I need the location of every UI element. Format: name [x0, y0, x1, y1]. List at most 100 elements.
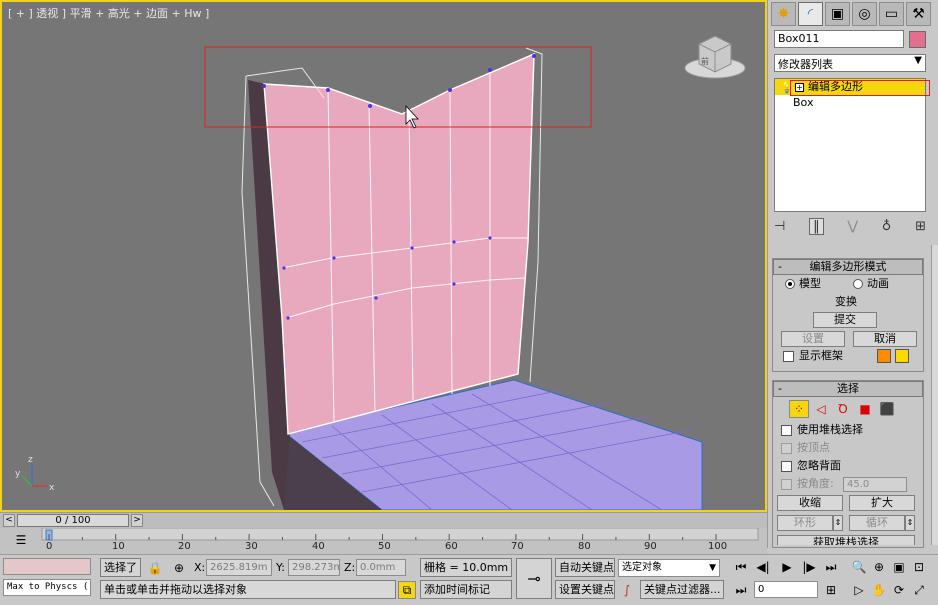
cancel-button[interactable]: 取消	[853, 331, 917, 347]
next-frame-icon[interactable]: |▶	[800, 558, 818, 576]
vertex-select-icon[interactable]: ⁘	[789, 400, 809, 418]
remove-modifier-icon[interactable]: ♁	[882, 219, 892, 234]
set-key-button[interactable]: 设置关键点	[555, 580, 615, 599]
z-label: Z:	[344, 561, 356, 574]
prev-frame-arrow-icon[interactable]: <	[3, 514, 15, 527]
shrink-button[interactable]: 收缩	[777, 495, 843, 511]
zoom-extents-all-icon[interactable]: ⊡	[910, 558, 928, 576]
tick-label: 50	[378, 541, 391, 552]
show-end-result-icon[interactable]: ‖	[809, 217, 824, 235]
cage-color-swatch[interactable]	[877, 349, 891, 363]
time-tag-icon[interactable]: ⧉	[398, 581, 416, 599]
stack-item-box[interactable]: Box	[775, 95, 925, 111]
modifier-stack: 💡 + 编辑多边形 Box	[774, 78, 926, 212]
by-angle-checkbox[interactable]	[781, 479, 792, 490]
time-configuration-icon[interactable]: ⊞	[822, 581, 840, 599]
go-to-start-icon[interactable]: ⏮	[732, 558, 750, 576]
backrest-front[interactable]	[263, 52, 535, 435]
modifier-list-dropdown[interactable]: 修改器列表 ▼	[774, 54, 926, 72]
display-icon[interactable]: ▭	[879, 2, 904, 26]
grow-button[interactable]: 扩大	[849, 495, 915, 511]
utilities-icon[interactable]: ⚒	[906, 2, 931, 26]
motion-icon[interactable]: ◎	[852, 2, 877, 26]
modifier-list-label: 修改器列表	[778, 58, 833, 71]
tick-label: 10	[112, 541, 125, 552]
orbit-icon[interactable]: ⟳	[890, 581, 908, 599]
transform-label: 变换	[835, 295, 857, 308]
next-frame-arrow-icon[interactable]: >	[131, 514, 143, 527]
lock-icon[interactable]: 🔒	[146, 559, 164, 577]
object-color-swatch[interactable]	[909, 31, 926, 48]
tick-label: 30	[245, 541, 258, 552]
zoom-icon[interactable]: 🔍	[850, 558, 868, 576]
maximize-viewport-icon[interactable]: ⤢	[910, 581, 928, 599]
border-select-icon[interactable]: Ꝺ	[833, 400, 853, 418]
command-panel: ✸ ◜ ▣ ◎ ▭ ⚒ Box011 修改器列表 ▼ 💡 + 编辑多边形 Box …	[767, 0, 938, 548]
polygon-select-icon[interactable]: ■	[855, 400, 875, 418]
cage-selected-color-swatch[interactable]	[895, 349, 909, 363]
maxscript-listener-pink[interactable]	[3, 558, 91, 575]
get-stack-selection-button[interactable]: 获取堆栈选择	[777, 535, 915, 545]
y-coordinate-field[interactable]: 298.273mm	[288, 559, 340, 576]
pin-stack-icon[interactable]: ⊣	[774, 219, 785, 234]
key-tangent-icon[interactable]: ∫	[618, 581, 636, 599]
zoom-extents-icon[interactable]: ▣	[890, 558, 908, 576]
set-key-mode-icon[interactable]: ⊸	[516, 558, 552, 599]
axis-tripod: z y x	[15, 455, 55, 493]
tick-label: 80	[578, 541, 591, 552]
maxscript-listener-field[interactable]: Max to Physcs (	[3, 579, 91, 596]
make-unique-icon[interactable]: ⋁	[847, 219, 858, 234]
ring-button[interactable]: 环形	[777, 515, 833, 531]
auto-key-button[interactable]: 自动关键点	[555, 558, 615, 577]
track-bar[interactable]: ☰ 0 10 20 30 40 50 60 70 80 90 100	[0, 528, 767, 554]
open-mini-curve-editor-icon[interactable]: ☰	[12, 531, 30, 549]
command-panel-scrollbar[interactable]	[931, 245, 938, 545]
settings-button[interactable]: 设置	[781, 331, 845, 347]
create-icon[interactable]: ✸	[771, 2, 796, 26]
angle-spinner[interactable]: 45.0	[843, 477, 907, 492]
ignore-backfacing-checkbox[interactable]	[781, 461, 792, 472]
loop-spinner-arrows[interactable]: ⇕	[905, 515, 915, 531]
modify-icon[interactable]: ◜	[798, 2, 823, 26]
show-cage-checkbox[interactable]	[783, 351, 794, 362]
x-coordinate-field[interactable]: 2625.819m	[206, 559, 272, 576]
z-coordinate-field[interactable]: 0.0mm	[356, 559, 406, 576]
configure-sets-icon[interactable]: ⊞	[915, 219, 926, 234]
by-angle-label: 按角度:	[797, 477, 834, 490]
pan-hand-icon[interactable]: ✋	[870, 581, 888, 599]
viewcube[interactable]: 前	[684, 35, 746, 79]
zoom-all-icon[interactable]: ⊕	[870, 558, 888, 576]
selection-count: 选择了	[100, 558, 141, 577]
perspective-viewport[interactable]: 前 z y x [ + ] 透视 ] 平滑 + 高光 + 边面 + Hw ]	[0, 0, 767, 512]
use-stack-selection-label: 使用堆栈选择	[797, 423, 863, 436]
time-slider-thumb[interactable]: 0 / 100	[17, 514, 129, 527]
commit-button[interactable]: 提交	[813, 312, 877, 328]
element-select-icon[interactable]: ⬛	[877, 400, 897, 418]
field-of-view-icon[interactable]: ▷	[850, 581, 868, 599]
edge-select-icon[interactable]: ◁	[811, 400, 831, 418]
current-frame-field[interactable]: 0	[754, 581, 818, 598]
key-selection-dropdown[interactable]: 选定对象 ▼	[618, 559, 720, 577]
absolute-mode-icon[interactable]: ⊕	[170, 559, 188, 577]
ring-spinner-arrows[interactable]: ⇕	[833, 515, 843, 531]
previous-frame-icon[interactable]: ◀|	[754, 558, 772, 576]
play-icon[interactable]: ▶	[778, 558, 796, 576]
add-time-tag-button[interactable]: 添加时间标记	[420, 580, 512, 599]
go-to-end-icon[interactable]: ⏭	[822, 558, 840, 576]
loop-button[interactable]: 循环	[849, 515, 905, 531]
viewport-scene[interactable]: 前 z y x	[2, 2, 765, 510]
viewport-label[interactable]: [ + ] 透视 ] 平滑 + 高光 + 边面 + Hw ]	[8, 5, 209, 21]
key-filters-button[interactable]: 关键点过滤器...	[640, 580, 724, 599]
object-name-field[interactable]: Box011	[774, 30, 904, 48]
by-vertex-checkbox[interactable]	[781, 443, 792, 454]
model-radio[interactable]	[785, 279, 795, 289]
hierarchy-icon[interactable]: ▣	[825, 2, 850, 26]
rollout-header[interactable]: - 选择	[773, 381, 923, 397]
use-stack-selection-checkbox[interactable]	[781, 425, 792, 436]
animate-radio[interactable]	[853, 279, 863, 289]
key-mode-icon[interactable]: ⏭	[732, 581, 750, 599]
tick-label: 60	[445, 541, 458, 552]
tick-label: 90	[644, 541, 657, 552]
grid-size-label: 栅格 = 10.0mm	[420, 558, 512, 577]
rollout-header[interactable]: - 编辑多边形模式	[773, 259, 923, 275]
